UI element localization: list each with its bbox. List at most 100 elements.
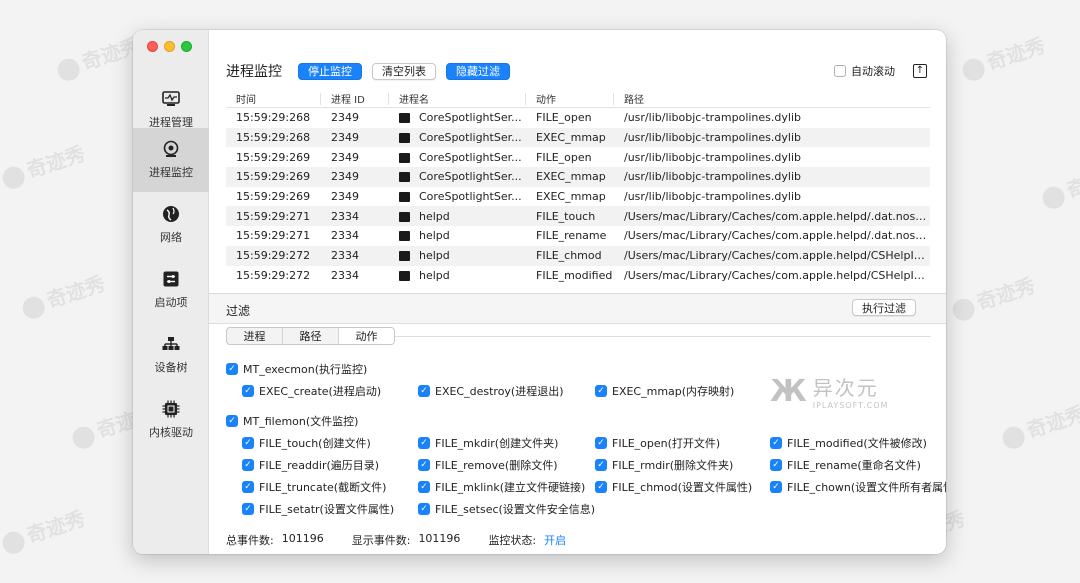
filter-action-checkbox[interactable]: ✓ FILE_open(打开文件): [595, 435, 720, 451]
cell-path: /usr/lib/libobjc-trampolines.dylib: [624, 170, 801, 184]
filter-action-checkbox[interactable]: ✓ FILE_rename(重命名文件): [770, 457, 921, 473]
watermark-text: 奇迹秀: [23, 141, 89, 183]
sidebar-item-label: 启动项: [154, 296, 188, 309]
cell-time: 15:59:29:269: [236, 150, 311, 164]
file-group-checkbox[interactable]: ✓ MT_filemon(文件监控): [226, 413, 358, 429]
filter-action-checkbox[interactable]: ✓ FILE_touch(创建文件): [242, 435, 371, 451]
column-header-pid[interactable]: 进程 ID: [321, 92, 389, 106]
cell-process-name: CoreSpotlightSer...: [389, 151, 526, 164]
filter-action-checkbox[interactable]: ✓ EXEC_create(进程启动): [242, 383, 381, 399]
column-header-action[interactable]: 动作: [526, 92, 614, 106]
table-header: 时间 进程 ID 进程名 动作 路径: [226, 90, 930, 108]
cell-time: 15:59:29:271: [236, 229, 311, 243]
column-header-process-name[interactable]: 进程名: [389, 92, 526, 106]
run-filter-button[interactable]: 执行过滤: [852, 299, 916, 316]
watermark: 奇迹秀: [0, 502, 88, 557]
checkbox-label: FILE_readdir(遍历目录): [259, 459, 380, 472]
cell-pid: 2349: [331, 190, 359, 204]
event-table: 时间 进程 ID 进程名 动作 路径 15:59:29:268 2349 CoreS…: [226, 90, 930, 287]
page-title: 进程监控: [226, 64, 282, 80]
process-name-text: helpd: [419, 268, 450, 282]
zoom-window-button[interactable]: [181, 41, 192, 52]
sidebar-item-process-monitor[interactable]: 进程监控: [133, 128, 209, 192]
column-header-time[interactable]: 时间: [226, 92, 321, 106]
check-icon: ✓: [242, 437, 254, 449]
cell-action: EXEC_mmap: [536, 170, 606, 184]
exec-group-checkbox[interactable]: ✓ MT_execmon(执行监控): [226, 361, 367, 377]
cell-action: FILE_rename: [536, 229, 607, 243]
sidebar-item-label: 进程监控: [149, 166, 193, 179]
table-row[interactable]: 15:59:29:269 2349 CoreSpotlightSer... EXEC_…: [226, 187, 930, 207]
logo-mark-icon: Ж: [770, 373, 807, 409]
filter-action-checkbox[interactable]: ✓ FILE_modified(文件被修改): [770, 435, 927, 451]
webcam-icon: [162, 140, 180, 158]
minimize-window-button[interactable]: [164, 41, 175, 52]
divider: [395, 336, 931, 337]
tab-action[interactable]: 动作: [339, 328, 394, 344]
filter-action-checkbox[interactable]: ✓ FILE_setsec(设置文件安全信息): [418, 501, 595, 517]
clear-list-button[interactable]: 清空列表: [372, 62, 436, 80]
table-row[interactable]: 15:59:29:272 2334 helpd FILE_chmod/Users/ma…: [226, 245, 930, 266]
export-icon[interactable]: ↑: [913, 64, 927, 78]
filter-action-checkbox[interactable]: ✓ EXEC_destroy(进程退出): [418, 383, 564, 399]
checkbox-label: FILE_rename(重命名文件): [787, 459, 921, 472]
watermark-logo-icon: [999, 423, 1028, 452]
filter-action-checkbox[interactable]: ✓ FILE_remove(删除文件): [418, 457, 558, 473]
cell-process-name: helpd: [389, 210, 526, 223]
watermark-logo-icon: [1039, 183, 1068, 212]
watermark: 奇迹秀: [948, 269, 1039, 324]
cell-path: /usr/lib/libobjc-trampolines.dylib: [624, 131, 801, 145]
filter-action-checkbox[interactable]: ✓ FILE_rmdir(删除文件夹): [595, 457, 733, 473]
autoscroll-checkbox[interactable]: [834, 65, 846, 77]
table-row[interactable]: 15:59:29:269 2349 CoreSpotlightSer... EXEC_…: [226, 167, 930, 187]
sidebar-item-startup[interactable]: 启动项: [133, 258, 209, 322]
filter-action-checkbox[interactable]: ✓ FILE_truncate(截断文件): [242, 479, 386, 495]
cell-process-name: CoreSpotlightSer...: [389, 131, 526, 144]
cell-time: 15:59:29:272: [236, 268, 311, 282]
filter-action-checkbox[interactable]: ✓ FILE_chown(设置文件所有者属性: [770, 479, 946, 495]
shown-events-label: 显示事件数:: [351, 534, 411, 547]
watermark-text: 奇迹秀: [1023, 401, 1080, 443]
cell-pid: 2334: [331, 249, 359, 263]
tab-path[interactable]: 路径: [283, 328, 339, 344]
shown-events-value: 101196: [418, 532, 461, 545]
filter-action-checkbox[interactable]: ✓ FILE_mkdir(创建文件夹): [418, 435, 558, 451]
cell-time: 15:59:29:268: [236, 131, 311, 145]
check-icon: ✓: [418, 481, 430, 493]
filter-action-checkbox[interactable]: ✓ FILE_readdir(遍历目录): [242, 457, 379, 473]
app-window: 进程管理 进程监控 网络 启动项 设备树 内核驱动 进程监控 停止监控 清空列表…: [133, 30, 946, 554]
checkbox-label: FILE_chmod(设置文件属性): [612, 481, 753, 494]
stop-monitor-button[interactable]: 停止监控: [298, 62, 362, 80]
filter-action-checkbox[interactable]: ✓ FILE_chmod(设置文件属性): [595, 479, 752, 495]
table-row[interactable]: 15:59:29:269 2349 CoreSpotlightSer... FILE_…: [226, 147, 930, 167]
sidebar-item-label: 内核驱动: [149, 426, 193, 439]
hide-filter-button[interactable]: 隐藏过滤: [446, 62, 510, 80]
sidebar-item-network[interactable]: 网络: [133, 193, 209, 257]
watermark: 奇迹秀: [18, 267, 109, 322]
check-icon: ✓: [595, 385, 607, 397]
filter-title: 过滤: [226, 304, 251, 318]
tab-process[interactable]: 进程: [227, 328, 283, 344]
cell-path: /Users/mac/Library/Caches/com.apple.help…: [624, 209, 930, 223]
close-window-button[interactable]: [147, 41, 158, 52]
check-icon: ✓: [595, 437, 607, 449]
table-row[interactable]: 15:59:29:271 2334 helpd FILE_rename/Users/m…: [226, 226, 930, 246]
table-row[interactable]: 15:59:29:272 2334 helpd FILE_modified/Users…: [226, 266, 930, 286]
sidebar-item-kernel-drivers[interactable]: 内核驱动: [133, 388, 209, 452]
table-row[interactable]: 15:59:29:268 2349 CoreSpotlightSer... EXEC_…: [226, 127, 930, 148]
filter-action-checkbox[interactable]: ✓ FILE_mklink(建立文件硬链接): [418, 479, 585, 495]
check-icon: ✓: [242, 385, 254, 397]
filter-action-checkbox[interactable]: ✓ FILE_setatr(设置文件属性): [242, 501, 394, 517]
filter-action-checkbox[interactable]: ✓ EXEC_mmap(内存映射): [595, 383, 734, 399]
cell-pid: 2334: [331, 209, 359, 223]
column-header-path[interactable]: 路径: [614, 93, 930, 106]
activity-monitor-icon: [162, 90, 180, 108]
sidebar-item-device-tree[interactable]: 设备树: [133, 323, 209, 387]
watermark-text: 奇迹秀: [43, 271, 109, 313]
table-row[interactable]: 15:59:29:268 2349 CoreSpotlightSer... FILE_…: [226, 108, 930, 128]
table-row[interactable]: 15:59:29:271 2334 helpd FILE_touch/Users/ma…: [226, 206, 930, 227]
watermark-logo-icon: [949, 295, 978, 324]
checkbox-label: FILE_open(打开文件): [612, 437, 721, 450]
chip-icon: [162, 400, 180, 418]
process-name-text: helpd: [419, 229, 450, 243]
